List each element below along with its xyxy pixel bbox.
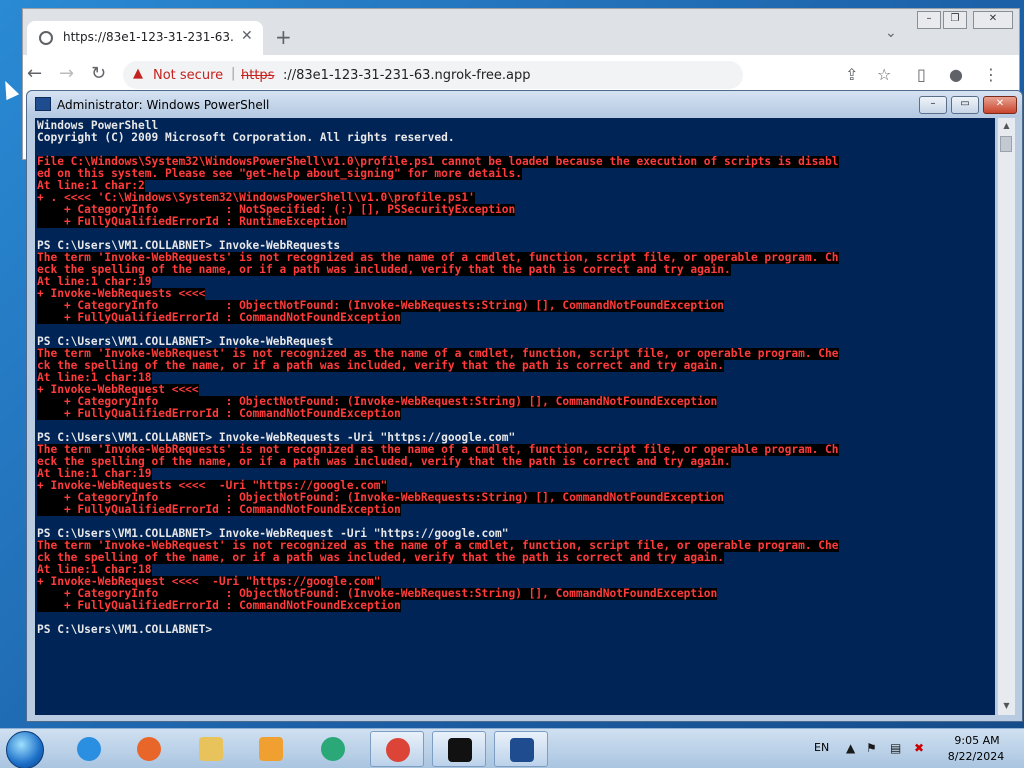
browser-tab[interactable]: https://83e1-123-31-231-63.ngrok ✕ [27,21,263,55]
back-icon[interactable]: ← [27,63,42,84]
taskbar-button-app[interactable] [306,731,360,767]
minimize-button[interactable]: – [917,11,941,29]
app-icon [321,737,345,761]
warning-icon[interactable]: ▲ [133,66,143,81]
close-button[interactable]: ✕ [983,96,1017,114]
browser-tab-bar: https://83e1-123-31-231-63.ngrok ✕ + ⌄ –… [23,9,1019,55]
minimize-button[interactable]: – [919,96,947,114]
internet-explorer-icon [77,737,101,761]
console-error-line: + FullyQualifiedErrorId : CommandNotFoun… [37,407,401,420]
browser-toolbar: ← → ↻ ▲ Not secure | https ://83e1-123-3… [23,55,1019,95]
address-bar[interactable]: ▲ Not secure | https ://83e1-123-31-231-… [123,61,743,89]
console-error-line: + FullyQualifiedErrorId : RuntimeExcepti… [37,215,347,228]
console-line: Copyright (C) 2009 Microsoft Corporation… [37,131,455,144]
forward-icon[interactable]: → [59,63,74,84]
tab-search-icon[interactable]: ⌄ [885,25,897,41]
action-center-flag-icon[interactable]: ⚑ [866,741,877,755]
console-error-line: + FullyQualifiedErrorId : CommandNotFoun… [37,503,401,516]
volume-muted-icon[interactable]: ✖ [914,741,924,755]
console-error-line: + FullyQualifiedErrorId : CommandNotFoun… [37,311,401,324]
tab-close-icon[interactable]: ✕ [241,28,253,44]
cmd-icon [448,738,472,762]
url-scheme: https [241,68,275,83]
share-icon[interactable]: ⇪ [845,65,858,84]
powershell-icon [35,97,51,111]
scroll-down-icon[interactable]: ▼ [998,698,1015,714]
maximize-button[interactable]: ▭ [951,96,979,114]
taskbar-button-media-player[interactable] [244,731,298,767]
taskbar-button-firefox[interactable] [122,731,176,767]
taskbar-button-powershell[interactable] [494,731,548,767]
taskbar-button-cmd[interactable] [432,731,486,767]
new-tab-button[interactable]: + [275,25,292,49]
scroll-thumb[interactable] [1000,136,1012,152]
file-explorer-icon [199,737,223,761]
console-error-line: + FullyQualifiedErrorId : CommandNotFoun… [37,599,401,612]
firefox-icon [137,737,161,761]
restore-button[interactable]: ❐ [943,11,967,29]
vertical-scrollbar[interactable]: ▲ ▼ [997,118,1015,715]
media-player-icon [259,737,283,761]
separator: | [231,66,236,81]
console-output[interactable]: Windows PowerShell Copyright (C) 2009 Mic… [35,118,995,715]
powershell-window: Administrator: Windows PowerShell – ▭ ✕ … [26,90,1023,722]
window-title: Administrator: Windows PowerShell [57,98,270,112]
tray-overflow-icon[interactable]: ▲ [846,741,855,755]
globe-icon [39,31,53,45]
powershell-icon [510,738,534,762]
menu-icon[interactable]: ⋮ [983,65,999,84]
taskbar-button-chrome[interactable] [370,731,424,767]
powershell-titlebar[interactable]: Administrator: Windows PowerShell – ▭ ✕ [27,91,1022,117]
tab-title: https://83e1-123-31-231-63.ngrok [63,30,233,44]
clock-time[interactable]: 9:05 AM [950,734,1004,747]
language-indicator[interactable]: EN [814,741,829,754]
chrome-icon [386,738,410,762]
reload-icon[interactable]: ↻ [91,63,106,84]
network-icon[interactable]: ▤ [890,741,901,755]
clock-date[interactable]: 8/22/2024 [946,750,1006,763]
bookmark-star-icon[interactable]: ☆ [877,65,891,84]
profile-icon[interactable]: ● [949,65,963,84]
start-button[interactable] [6,731,44,768]
console-line: PS C:\Users\VM1.COLLABNET> [37,623,213,636]
taskbar-button-file-explorer[interactable] [184,731,238,767]
url-host: ://83e1-123-31-231-63.ngrok-free.app [283,68,531,83]
taskbar: EN ▲ ⚑ ▤ ✖ 9:05 AM 8/22/2024 [0,728,1024,768]
close-button[interactable]: ✕ [973,11,1013,29]
side-panel-icon[interactable]: ▯ [917,65,926,84]
security-label[interactable]: Not secure [153,68,223,83]
taskbar-button-internet-explorer[interactable] [62,731,116,767]
scroll-up-icon[interactable]: ▲ [998,118,1015,134]
